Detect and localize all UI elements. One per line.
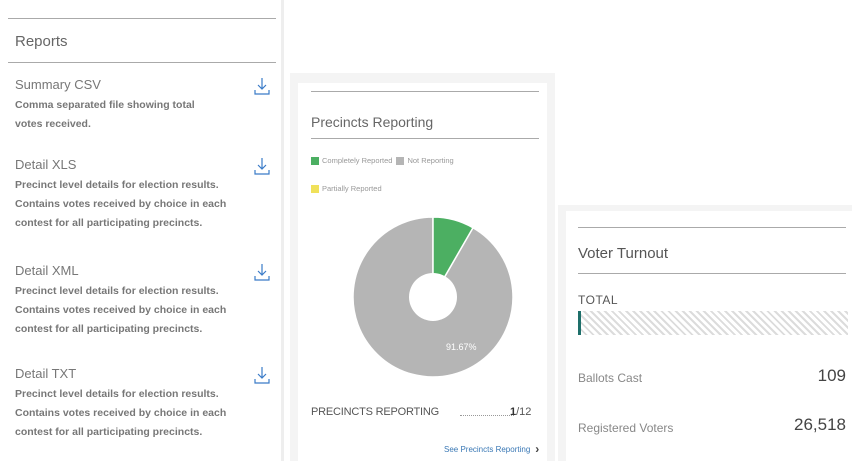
report-name[interactable]: Summary CSV [15,76,275,94]
see-precincts-link-label[interactable]: See Precincts Reporting [444,445,530,454]
legend-swatch-not [396,156,405,165]
turnout-card-body: Voter Turnout TOTAL Ballots Cast 109 Reg… [566,211,852,461]
dotted-leader [460,415,514,416]
report-item-detail-xls[interactable]: Detail XLS Precinct level details for el… [15,156,275,233]
report-desc: Comma separated file showing total votes… [15,99,195,130]
divider [8,62,276,63]
report-item-detail-xml[interactable]: Detail XML Precinct level details for el… [15,262,275,339]
download-icon[interactable] [253,156,271,176]
report-name[interactable]: Detail TXT [15,365,275,383]
turnout-progress-bar [578,311,848,335]
pie-legend: Completely Reported Not Reporting [311,156,454,165]
reports-panel: Reports Summary CSV Comma separated file… [0,0,284,461]
pie-percent-label: 91.67% [446,342,477,352]
report-desc: Precinct level details for election resu… [15,285,227,335]
turnout-progress-fill [578,311,582,335]
download-icon[interactable] [253,76,271,96]
precincts-total: /12 [516,406,532,418]
precincts-card-body: Precincts Reporting Completely Reported … [298,83,547,461]
divider [578,227,846,228]
ballots-cast-value: 109 [817,366,846,385]
download-icon[interactable] [253,365,271,385]
divider [311,138,539,139]
pie-hole [409,273,457,321]
turnout-total-label: TOTAL [578,293,619,307]
report-name[interactable]: Detail XLS [15,156,275,174]
report-desc: Precinct level details for election resu… [15,179,227,229]
download-icon[interactable] [253,262,271,282]
voter-turnout-card: Voter Turnout TOTAL Ballots Cast 109 Reg… [558,205,852,461]
ballots-cast-label: Ballots Cast [578,371,643,385]
voter-turnout-title: Voter Turnout [578,245,669,262]
legend-swatch-complete [311,156,319,165]
legend-not: Not Reporting [407,156,454,165]
report-desc: Precinct level details for election resu… [15,388,227,438]
precincts-reporting-card: Precincts Reporting Completely Reported … [290,73,555,461]
legend-complete: Completely Reported [322,156,393,165]
report-item-detail-txt[interactable]: Detail TXT Precinct level details for el… [15,365,275,442]
pie-legend-partial: Partially Reported [311,184,382,193]
report-item-summary-csv[interactable]: Summary CSV Comma separated file showing… [15,76,275,134]
see-precincts-reporting-link[interactable]: See Precincts Reporting › [444,442,539,456]
precincts-reporting-count: 1/12 [510,406,531,418]
divider [8,18,276,19]
registered-voters-label: Registered Voters [578,421,674,435]
chevron-right-icon[interactable]: › [535,442,539,456]
report-name[interactable]: Detail XML [15,262,275,280]
divider [311,91,539,92]
precincts-pie-chart: 91.67% [352,216,514,378]
precincts-title: Precincts Reporting [311,114,434,130]
precincts-reporting-label: PRECINCTS REPORTING [311,406,440,418]
legend-swatch-partial [311,184,319,193]
registered-voters-value: 26,518 [794,415,846,434]
legend-partial: Partially Reported [322,184,382,193]
divider [578,273,846,274]
reports-title: Reports [15,33,68,50]
